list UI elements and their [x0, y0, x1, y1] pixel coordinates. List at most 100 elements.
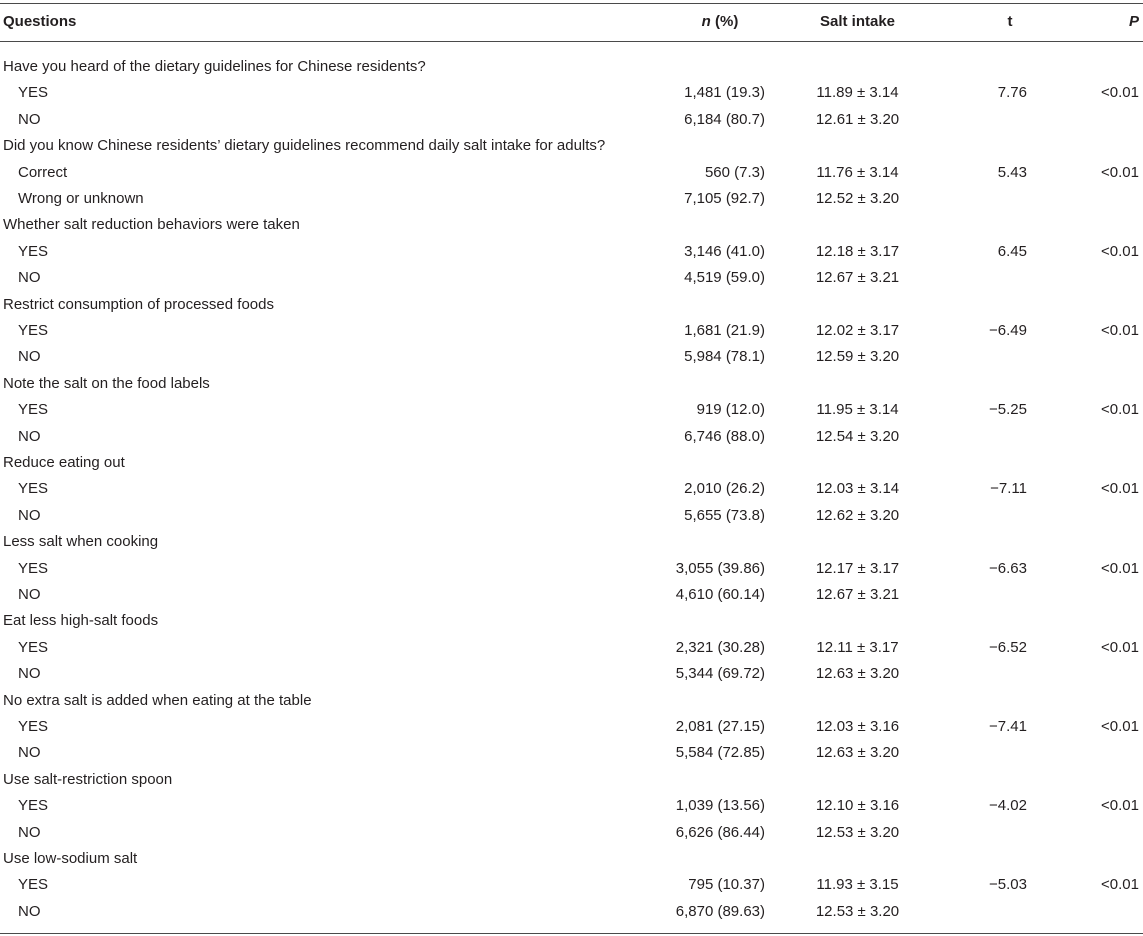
answer-label: NO: [18, 506, 41, 524]
salt-intake-value: 12.67 ± 3.21: [815, 586, 900, 603]
n-percent-value: 560 (7.3): [704, 163, 765, 181]
table-row: YES 795 (10.37) 11.93 ± 3.15 −5.03 <0.01: [0, 872, 1143, 898]
answer-label: YES: [18, 242, 49, 260]
n-percent-value: 1,681 (21.9): [684, 322, 765, 339]
salt-intake-value: 12.10 ± 3.16: [815, 797, 900, 815]
n-percent-value: 6,870 (89.63): [675, 902, 765, 920]
p-value: <0.01: [1101, 559, 1139, 577]
p-value: <0.01: [1101, 797, 1139, 815]
header-questions: Questions: [3, 13, 77, 30]
answer-label: NO: [18, 348, 41, 366]
table-row: YES 3,146 (41.0) 12.18 ± 3.17 6.45 <0.01: [0, 239, 1143, 265]
p-value: <0.01: [1101, 480, 1139, 498]
header-n-suffix: (%): [710, 13, 739, 30]
n-percent-value: 6,184 (80.7): [684, 110, 765, 128]
table-row: Correct 560 (7.3) 11.76 ± 3.14 5.43 <0.01: [0, 160, 1143, 186]
table-row: NO 4,519 (59.0) 12.67 ± 3.21: [0, 265, 1143, 291]
t-value: −7.11: [990, 480, 1027, 498]
table-row: NO 5,984 (78.1) 12.59 ± 3.20: [0, 344, 1143, 370]
salt-intake-value: 12.67 ± 3.21: [815, 269, 900, 287]
question-row: Whether salt reduction behaviors were ta…: [0, 212, 1143, 238]
p-value: <0.01: [1101, 322, 1139, 339]
question-row: Restrict consumption of processed foods: [0, 292, 1143, 318]
t-value: −5.03: [989, 876, 1027, 894]
salt-intake-value: 12.53 ± 3.20: [815, 902, 900, 920]
table-row: NO 5,584 (72.85) 12.63 ± 3.20: [0, 740, 1143, 766]
question-text: Reduce eating out: [3, 454, 125, 471]
n-percent-value: 6,746 (88.0): [684, 427, 765, 445]
n-percent-value: 3,055 (39.86): [675, 559, 765, 577]
n-percent-value: 3,146 (41.0): [684, 242, 765, 260]
n-percent-value: 5,655 (73.8): [684, 506, 765, 524]
t-value: −5.25: [989, 401, 1027, 419]
question-text: Note the salt on the food labels: [3, 374, 210, 392]
answer-label: NO: [18, 586, 41, 603]
answer-label: YES: [18, 876, 49, 894]
answer-label: NO: [18, 110, 41, 128]
t-value: −6.49: [989, 322, 1027, 339]
answer-label: YES: [18, 480, 49, 498]
n-percent-value: 5,344 (69.72): [675, 665, 765, 683]
bottom-rule: [0, 933, 1143, 934]
table-row: YES 2,321 (30.28) 12.11 ± 3.17 −6.52 <0.01: [0, 635, 1143, 661]
answer-label: YES: [18, 322, 49, 339]
question-row: Use salt-restriction spoon: [0, 767, 1143, 793]
top-rule: [0, 3, 1143, 4]
table-row: YES 2,010 (26.2) 12.03 ± 3.14 −7.11 <0.01: [0, 476, 1143, 502]
p-value: <0.01: [1101, 718, 1139, 735]
salt-intake-value: 12.02 ± 3.17: [815, 322, 900, 339]
salt-intake-value: 12.62 ± 3.20: [815, 506, 900, 524]
table-row: NO 6,746 (88.0) 12.54 ± 3.20: [0, 424, 1143, 450]
table-row: Wrong or unknown 7,105 (92.7) 12.52 ± 3.20: [0, 186, 1143, 212]
question-text: Use low-sodium salt: [3, 850, 138, 867]
table-row: YES 3,055 (39.86) 12.17 ± 3.17 −6.63 <0.01: [0, 556, 1143, 582]
salt-intake-value: 12.61 ± 3.20: [815, 110, 900, 128]
question-row: No extra salt is added when eating at th…: [0, 688, 1143, 714]
salt-intake-value: 12.11 ± 3.17: [816, 638, 899, 656]
table-row: YES 919 (12.0) 11.95 ± 3.14 −5.25 <0.01: [0, 397, 1143, 423]
answer-label: Correct: [18, 163, 68, 181]
question-row: Did you know Chinese residents’ dietary …: [0, 133, 1143, 159]
table-row: YES 1,481 (19.3) 11.89 ± 3.14 7.76 <0.01: [0, 80, 1143, 106]
n-percent-value: 1,481 (19.3): [684, 84, 765, 102]
salt-intake-value: 11.76 ± 3.14: [816, 163, 899, 181]
p-value: <0.01: [1101, 84, 1139, 102]
answer-label: YES: [18, 718, 49, 735]
t-value: −7.41: [989, 718, 1027, 735]
answer-label: YES: [18, 797, 49, 815]
salt-intake-value: 12.03 ± 3.16: [815, 718, 900, 735]
answer-label: YES: [18, 84, 49, 102]
table-header: Questions n (%) Salt intake t P: [0, 8, 1143, 36]
answer-label: NO: [18, 665, 41, 683]
n-percent-value: 6,626 (86.44): [675, 823, 765, 841]
header-rule: [0, 41, 1143, 42]
n-percent-value: 4,519 (59.0): [684, 269, 765, 287]
p-value: <0.01: [1101, 163, 1139, 181]
table-row: NO 5,655 (73.8) 12.62 ± 3.20: [0, 503, 1143, 529]
salt-intake-value: 11.89 ± 3.14: [816, 84, 899, 102]
salt-intake-value: 12.52 ± 3.20: [815, 190, 900, 207]
question-text: Whether salt reduction behaviors were ta…: [3, 216, 300, 234]
salt-intake-value: 12.18 ± 3.17: [815, 242, 900, 260]
question-text: Less salt when cooking: [3, 533, 159, 551]
p-value: <0.01: [1101, 242, 1139, 260]
question-row: Have you heard of the dietary guidelines…: [0, 54, 1143, 80]
answer-label: YES: [18, 401, 49, 419]
n-percent-value: 7,105 (92.7): [684, 190, 765, 207]
answer-label: YES: [18, 559, 49, 577]
salt-intake-value: 11.95 ± 3.14: [816, 401, 899, 419]
salt-intake-value: 11.93 ± 3.15: [816, 876, 899, 894]
table-row: YES 1,039 (13.56) 12.10 ± 3.16 −4.02 <0.01: [0, 793, 1143, 819]
header-p: P: [1128, 13, 1139, 30]
question-row: Note the salt on the food labels: [0, 371, 1143, 397]
salt-intake-value: 12.53 ± 3.20: [815, 823, 900, 841]
t-value: 6.45: [997, 242, 1027, 260]
answer-label: Wrong or unknown: [18, 190, 144, 207]
question-text: Have you heard of the dietary guidelines…: [3, 58, 426, 75]
n-percent-value: 2,081 (27.15): [675, 718, 765, 735]
n-percent-value: 5,984 (78.1): [684, 348, 765, 366]
salt-intake-value: 12.59 ± 3.20: [815, 348, 900, 366]
answer-label: NO: [18, 269, 41, 287]
t-value: 7.76: [997, 84, 1027, 102]
salt-intake-value: 12.17 ± 3.17: [815, 559, 900, 577]
